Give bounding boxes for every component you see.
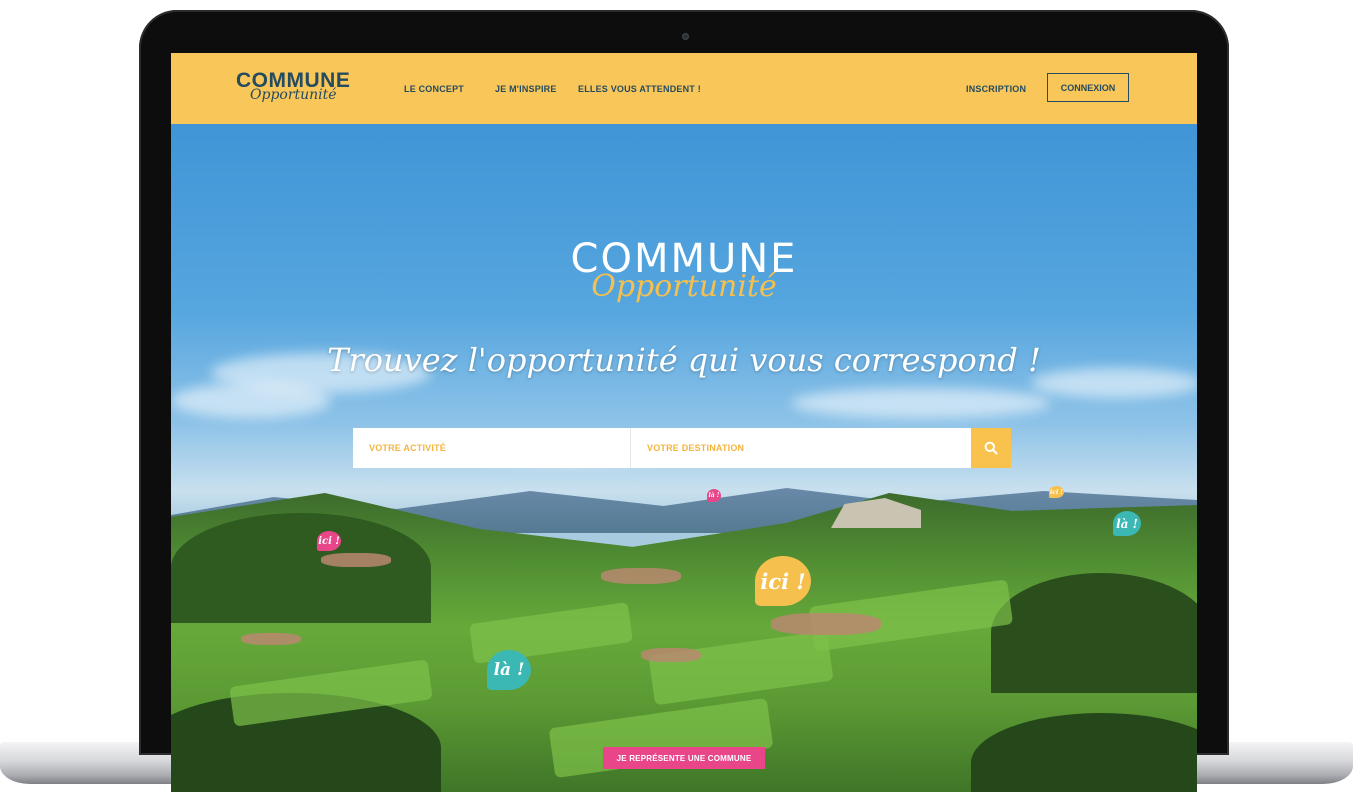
- nav-link-concept[interactable]: LE CONCEPT: [404, 84, 464, 94]
- search-button[interactable]: [971, 428, 1011, 468]
- activity-input[interactable]: VOTRE ACTIVITÉ: [353, 428, 631, 468]
- connexion-button[interactable]: CONNEXION: [1047, 73, 1129, 102]
- camera-dot: [682, 33, 689, 40]
- nav-link-inspire[interactable]: JE M'INSPIRE: [495, 84, 557, 94]
- search-icon: [984, 441, 998, 455]
- bubble-la-teal: là !: [487, 650, 531, 690]
- nav-link-attendent[interactable]: ELLES VOUS ATTENDENT !: [578, 84, 701, 94]
- village: [321, 553, 391, 567]
- bubble-la-teal-right: là !: [1113, 511, 1141, 536]
- village: [771, 613, 881, 635]
- village: [241, 633, 301, 645]
- hero-logo: COMMUNE Opportunité: [171, 239, 1197, 303]
- village: [641, 648, 701, 662]
- nav-logo[interactable]: COMMUNE Opportunité: [236, 70, 350, 102]
- village: [601, 568, 681, 584]
- bubble-ici-yellow-big: ici !: [755, 556, 811, 606]
- bubble-la-small-pink: là !: [707, 489, 721, 502]
- hero-logo-script: Opportunité: [591, 269, 777, 304]
- je-represente-commune-button[interactable]: JE REPRÉSENTE UNE COMMUNE: [603, 747, 765, 769]
- bubble-ici-pink: ici !: [317, 531, 341, 551]
- cloud: [791, 388, 1051, 418]
- bubble-ici-small-yellow: ici !: [1049, 486, 1064, 498]
- cloud: [171, 383, 331, 418]
- nav-logo-script: Opportunité: [250, 87, 337, 103]
- search-bar: VOTRE ACTIVITÉ VOTRE DESTINATION: [353, 428, 1011, 468]
- browser-screen: COMMUNE Opportunité LE CONCEPT JE M'INSP…: [171, 53, 1197, 792]
- navbar: COMMUNE Opportunité LE CONCEPT JE M'INSP…: [171, 53, 1197, 124]
- hero-tagline: Trouvez l'opportunité qui vous correspon…: [327, 341, 1041, 379]
- hill: [991, 573, 1197, 693]
- destination-input[interactable]: VOTRE DESTINATION: [631, 428, 971, 468]
- nav-link-inscription[interactable]: INSCRIPTION: [966, 84, 1026, 94]
- hill: [171, 513, 431, 623]
